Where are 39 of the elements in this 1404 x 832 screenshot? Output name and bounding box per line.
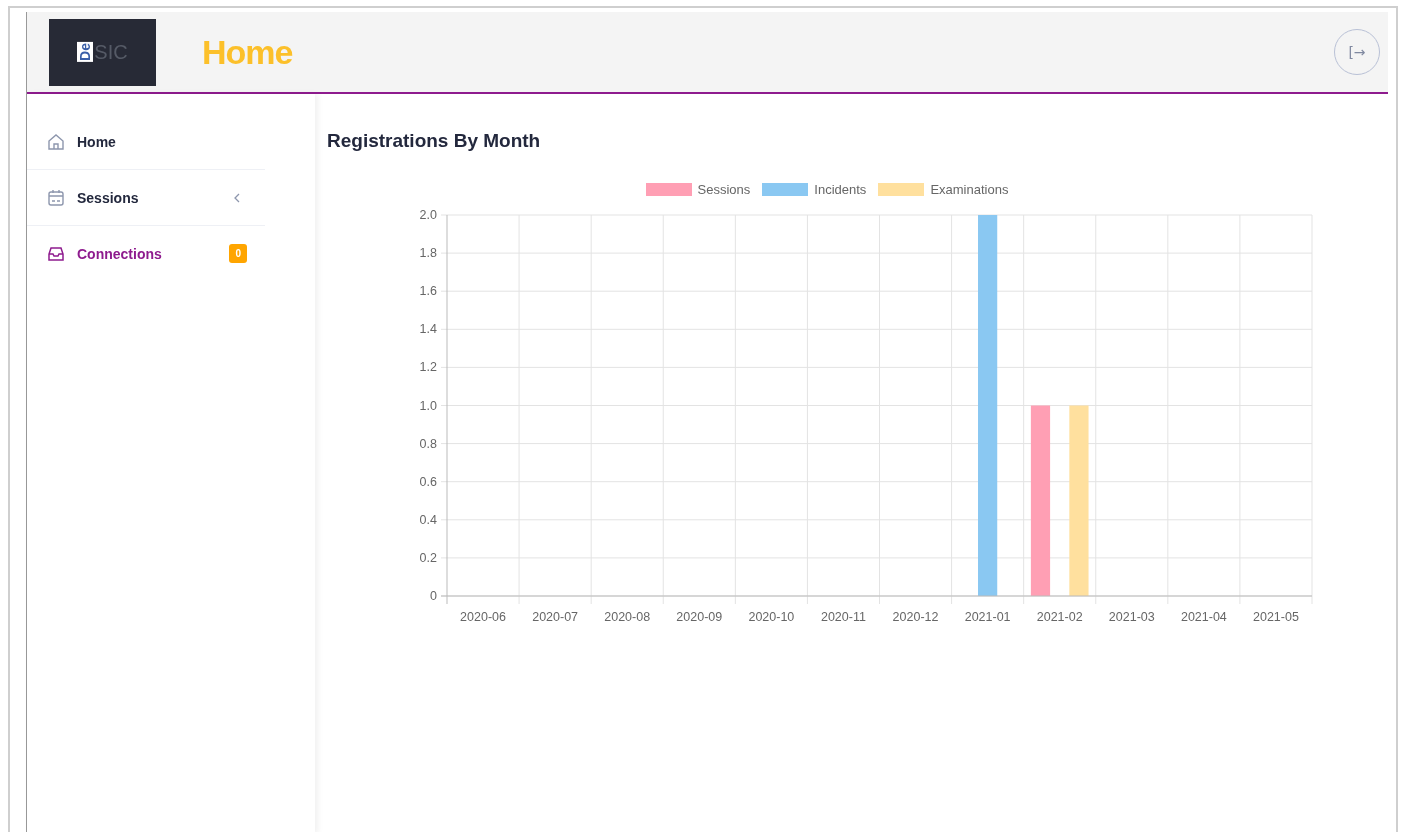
y-tick-label: 1.8 <box>419 246 437 261</box>
calendar-icon <box>47 188 65 207</box>
y-tick-label: 0.8 <box>419 436 437 451</box>
x-tick-label: 2021-02 <box>1036 610 1083 624</box>
x-tick-label: 2020-07 <box>532 610 579 624</box>
count-badge: 0 <box>229 244 247 263</box>
y-tick-label: 2.0 <box>419 208 437 222</box>
inbox-icon <box>47 244 65 263</box>
y-tick-label: 0.2 <box>419 550 437 565</box>
x-tick-label: 2020-06 <box>460 610 506 624</box>
x-tick-label: 2020-12 <box>892 610 939 624</box>
legend-item[interactable]: Examinations <box>878 182 1009 197</box>
x-tick-label: 2021-01 <box>964 610 1011 624</box>
legend-label: Examinations <box>930 182 1009 197</box>
legend-label: Sessions <box>697 182 751 197</box>
sidebar-item[interactable]: Home <box>27 114 265 170</box>
sidebar-item[interactable]: Connections 0 <box>27 226 265 281</box>
x-tick-label: 2020-10 <box>748 610 795 624</box>
section-title: Registrations By Month <box>327 130 542 152</box>
legend-label: Incidents <box>814 182 867 197</box>
y-tick-label: 1.0 <box>419 398 437 413</box>
x-tick-label: 2021-03 <box>1108 610 1155 624</box>
logo-mark: De <box>77 42 94 62</box>
legend-item[interactable]: Incidents <box>762 182 867 197</box>
y-tick-label: 0.4 <box>419 512 437 527</box>
y-tick-label: 0 <box>430 589 437 603</box>
y-tick-label: 1.2 <box>419 360 437 375</box>
page-title: Home <box>202 32 294 72</box>
y-tick-label: 1.4 <box>419 322 437 337</box>
x-tick-label: 2020-09 <box>676 610 723 624</box>
home-icon <box>47 132 65 151</box>
x-tick-label: 2020-08 <box>604 610 651 624</box>
y-tick-label: 1.6 <box>419 284 437 299</box>
x-tick-label: 2021-04 <box>1180 610 1227 624</box>
legend-item[interactable]: Sessions <box>645 182 751 197</box>
y-tick-label: 0.6 <box>419 474 437 489</box>
x-tick-label: 2021-05 <box>1253 610 1299 624</box>
x-tick-label: 2020-11 <box>821 610 866 624</box>
sidebar-item[interactable]: Sessions <box>27 170 265 226</box>
